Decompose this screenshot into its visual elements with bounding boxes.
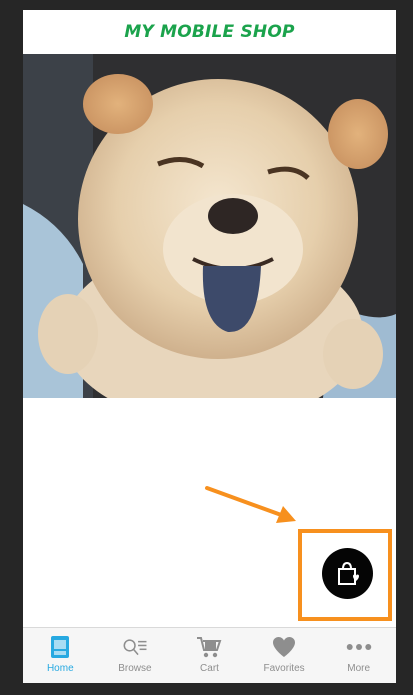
tab-label: Browse <box>118 663 152 674</box>
app-header: MY MOBILE SHOP <box>23 10 396 54</box>
home-icon <box>47 635 73 659</box>
search-list-icon <box>122 635 148 659</box>
tab-label: Home <box>46 663 74 674</box>
heart-icon <box>271 635 297 659</box>
tab-more[interactable]: More <box>321 628 396 683</box>
tab-cart[interactable]: Cart <box>172 628 247 683</box>
tab-bar: Home Browse Cart Favorites More <box>23 627 396 683</box>
app-title: MY MOBILE SHOP <box>124 22 295 42</box>
hero-image <box>23 54 396 398</box>
annotation-highlight-box <box>298 529 392 621</box>
more-dots-icon <box>346 635 372 659</box>
tab-label: Cart <box>200 663 219 674</box>
tab-label: More <box>347 663 371 674</box>
tab-browse[interactable]: Browse <box>98 628 173 683</box>
annotation-arrow-icon <box>205 486 296 523</box>
puppy-image <box>23 54 396 398</box>
tab-label: Favorites <box>263 663 305 674</box>
tab-home[interactable]: Home <box>23 628 98 683</box>
cart-icon <box>196 635 222 659</box>
tab-favorites[interactable]: Favorites <box>247 628 322 683</box>
